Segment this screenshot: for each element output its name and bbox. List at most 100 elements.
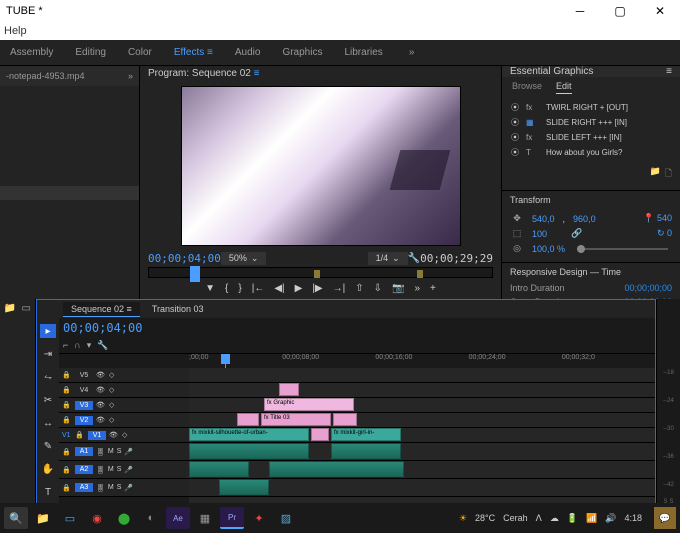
taskbar-app[interactable]: ◐ (139, 507, 163, 529)
taskbar-search[interactable]: 🔍 (4, 507, 28, 529)
play-icon[interactable]: ▶ (295, 283, 303, 294)
clip-graphic[interactable]: fx Graphic (264, 398, 354, 411)
step-back-icon[interactable]: ◀| (274, 283, 284, 294)
program-scrubber[interactable] (148, 267, 493, 279)
anchor-reset-icon[interactable]: 📍 540 (643, 213, 672, 224)
track-header-a2[interactable]: 🔒A2🎚MS🎤 (59, 461, 189, 479)
clip[interactable] (279, 383, 299, 396)
taskbar-explorer[interactable]: 📁 (31, 507, 55, 529)
hand-tool[interactable]: ✋ (40, 462, 56, 476)
clip-silhouette[interactable]: fx mixkit-silhouette-of-urban- (189, 428, 309, 441)
new-folder-icon[interactable]: 📁 (650, 166, 661, 182)
go-out-icon[interactable]: →| (333, 283, 346, 294)
program-monitor[interactable] (181, 86, 461, 246)
type-tool[interactable]: T (40, 485, 56, 499)
zoom-dropdown[interactable]: 50% ⌄ (221, 252, 267, 265)
extract-icon[interactable]: ⇩ (374, 283, 382, 294)
eg-tab-edit[interactable]: Edit (556, 81, 572, 94)
clip-girl[interactable]: fx mixkit-girl-in- (331, 428, 401, 441)
lift-icon[interactable]: ⇧ (355, 283, 363, 294)
eye-icon[interactable]: ⦿ (510, 102, 520, 113)
close-button[interactable]: ✕ (640, 0, 680, 22)
audio-clip[interactable] (189, 443, 309, 459)
timeline-tab-trans03[interactable]: Transition 03 (144, 302, 212, 316)
menu-help[interactable]: Help (4, 25, 27, 37)
mark-in-icon[interactable]: { (225, 283, 228, 294)
taskbar-premiere[interactable]: Pr (220, 507, 244, 529)
ws-effects[interactable]: Effects ≡ (174, 47, 213, 58)
rotation-icon[interactable]: ↻ 0 (657, 228, 672, 239)
btn-plus[interactable]: + (430, 283, 436, 294)
tray-wifi-icon[interactable]: 📶 (586, 513, 597, 524)
layer-item[interactable]: ⦿fxSLIDE LEFT +++ [IN] (506, 130, 676, 145)
clip[interactable] (333, 413, 357, 426)
taskbar-app[interactable]: ▦ (193, 507, 217, 529)
audio-clip[interactable] (269, 461, 404, 477)
taskbar-app[interactable]: ⬤ (112, 507, 136, 529)
ws-audio[interactable]: Audio (235, 47, 261, 58)
track-header-v1[interactable]: V1🔒V1👁◇ (59, 428, 189, 443)
ws-assembly[interactable]: Assembly (10, 47, 53, 58)
razor-tool[interactable]: ✂ (40, 393, 56, 407)
transport-overflow[interactable]: » (414, 283, 420, 294)
timeline-ruler[interactable]: ;00;0000;00;08;0000;00;16;0000;00;24;000… (59, 354, 655, 368)
track-header-a3[interactable]: 🔒A3🎚MS🎤 (59, 479, 189, 497)
taskbar-ae[interactable]: Ae (166, 507, 190, 529)
maximize-button[interactable]: ▢ (600, 0, 640, 22)
source-overflow[interactable]: » (128, 71, 133, 81)
track-header-v3[interactable]: 🔒V3👁◇ (59, 398, 189, 413)
taskbar-app[interactable]: ▭ (58, 507, 82, 529)
timeline-timecode[interactable]: 00;00;04;00 (63, 321, 163, 335)
marker-icon[interactable]: ▾ (87, 340, 92, 351)
taskbar-app[interactable]: ▨ (274, 507, 298, 529)
clip-title03[interactable]: fx Title 03 (261, 413, 331, 426)
selection-tool[interactable]: ▸ (40, 324, 56, 338)
mark-out-icon[interactable]: } (238, 283, 241, 294)
eye-icon[interactable]: ⦿ (510, 147, 520, 158)
pos-y[interactable]: 960,0 (573, 214, 596, 224)
taskbar-app[interactable]: ✦ (247, 507, 271, 529)
bin-icon[interactable]: ▭ (22, 303, 31, 313)
audio-clip[interactable] (219, 479, 269, 495)
timeline-content[interactable]: fx Graphic fx Title 03 fx mixkit-silhoue… (189, 368, 655, 510)
layer-item[interactable]: ⦿fxTWIRL RIGHT + [OUT] (506, 100, 676, 115)
taskbar-app[interactable]: ◉ (85, 507, 109, 529)
settings-icon[interactable]: 🔧 (97, 340, 108, 351)
scale-val[interactable]: 100,0 % (532, 244, 565, 254)
ws-color[interactable]: Color (128, 47, 152, 58)
layer-item[interactable]: ⦿THow about you Girls? (506, 145, 676, 160)
step-fwd-icon[interactable]: |▶ (312, 283, 322, 294)
ripple-tool[interactable]: ⥊ (40, 370, 56, 384)
opacity-slider[interactable] (577, 248, 668, 250)
program-tc-in[interactable]: 00;00;04;00 (148, 252, 221, 265)
new-layer-icon[interactable]: 🗋 (665, 166, 672, 182)
audio-clip[interactable] (189, 461, 249, 477)
tray-clock[interactable]: 4:18 (624, 513, 642, 523)
layer-item[interactable]: ⦿▦SLIDE RIGHT +++ [IN] (506, 115, 676, 130)
export-frame-icon[interactable]: 📷 (392, 283, 404, 294)
ws-overflow[interactable]: » (409, 47, 415, 58)
panel-menu-icon[interactable]: ≡ (666, 66, 672, 77)
tray-battery-icon[interactable]: 🔋 (567, 513, 578, 524)
track-header-v5[interactable]: 🔒V5👁◇ (59, 368, 189, 383)
pos-x[interactable]: 540,0 (532, 214, 555, 224)
track-header-v4[interactable]: 🔒V4👁◇ (59, 383, 189, 398)
intro-duration[interactable]: 00;00;00;00 (624, 283, 672, 293)
pen-tool[interactable]: ✎ (40, 439, 56, 453)
slip-tool[interactable]: ↔ (40, 416, 56, 430)
track-header-a1[interactable]: 🔒A1🎚MS🎤 (59, 443, 189, 461)
ws-libraries[interactable]: Libraries (344, 47, 382, 58)
link-icon[interactable]: ∩ (74, 340, 80, 351)
eg-tab-browse[interactable]: Browse (512, 81, 542, 94)
go-in-icon[interactable]: |← (252, 283, 265, 294)
tray-onedrive-icon[interactable]: ☁ (550, 513, 559, 524)
folder-icon[interactable]: 📁 (4, 303, 16, 313)
weather-icon[interactable]: ☀ (459, 513, 467, 524)
notification-icon[interactable]: 💬 (654, 507, 676, 529)
add-marker-icon[interactable]: ▼ (205, 283, 215, 294)
eye-icon[interactable]: ⦿ (510, 117, 520, 128)
res-dropdown[interactable]: 1/4 ⌄ (368, 252, 408, 265)
settings-icon[interactable]: 🔧 (408, 253, 420, 264)
anchor-val[interactable]: 100 (532, 229, 547, 239)
tray-chevron[interactable]: ᐱ (536, 513, 542, 524)
